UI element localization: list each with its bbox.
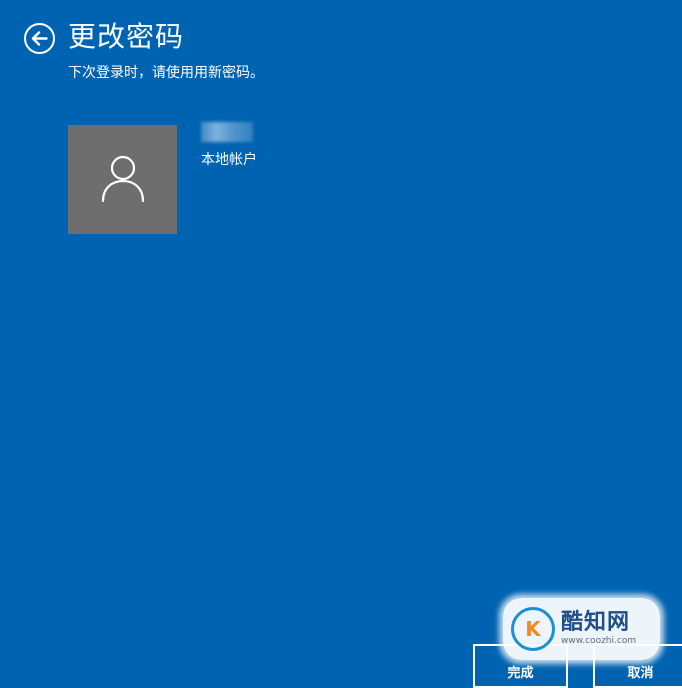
back-arrow-icon bbox=[31, 31, 48, 46]
account-name-redacted bbox=[201, 122, 253, 142]
user-icon bbox=[100, 153, 146, 207]
watermark-url: www.coozhi.com bbox=[561, 636, 637, 646]
back-button[interactable] bbox=[24, 23, 55, 54]
watermark: K 酷知网 www.coozhi.com bbox=[503, 598, 660, 660]
watermark-logo-icon: K bbox=[511, 607, 555, 651]
avatar bbox=[68, 125, 177, 234]
change-password-page: 更改密码 下次登录时，请使用用新密码。 本地帐户 完成 取消 K 酷知网 www… bbox=[0, 0, 682, 688]
watermark-brand: 酷知网 bbox=[561, 610, 631, 635]
account-type-label: 本地帐户 bbox=[201, 152, 257, 168]
page-title: 更改密码 bbox=[68, 20, 185, 53]
page-subtitle: 下次登录时，请使用用新密码。 bbox=[68, 65, 264, 81]
